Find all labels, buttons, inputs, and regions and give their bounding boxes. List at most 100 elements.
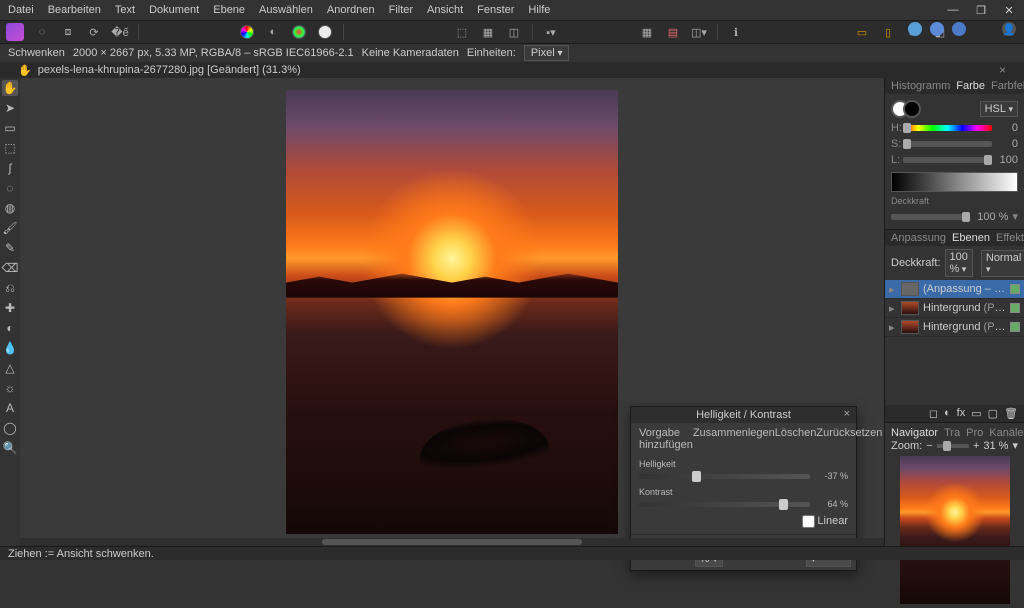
quickmask-icon[interactable]: ▪▾: [543, 24, 559, 40]
hand-tool[interactable]: ✋: [2, 80, 18, 96]
selection-mode-icon[interactable]: ⬚: [454, 24, 470, 40]
layer-expand-icon[interactable]: ▸: [889, 283, 897, 296]
snapping-icon[interactable]: ▦: [639, 24, 655, 40]
dialog-reset[interactable]: Zurücksetzen: [816, 427, 882, 451]
grid-icon[interactable]: ◫▾: [691, 24, 707, 40]
layer-adjust-icon[interactable]: ◐: [944, 407, 951, 420]
align-icon[interactable]: ▯: [880, 24, 896, 40]
color-mode-dropdown[interactable]: HSL ▾: [980, 101, 1018, 117]
layer-mask-icon[interactable]: ◻: [929, 407, 938, 420]
clone-tool[interactable]: ⎌: [2, 280, 18, 296]
opacity-lock-icon[interactable]: ▾: [1012, 210, 1018, 223]
blur-tool[interactable]: 💧: [2, 340, 18, 356]
crop-tool[interactable]: ▭: [2, 120, 18, 136]
window-close[interactable]: ✕: [1002, 4, 1016, 17]
sat-slider[interactable]: [903, 141, 992, 147]
tab-protocol[interactable]: Pro: [966, 427, 983, 439]
linear-checkbox[interactable]: [802, 515, 815, 528]
marquee-tool[interactable]: ⬚: [2, 140, 18, 156]
arrange-icon[interactable]: ▭: [854, 24, 870, 40]
transform-icon[interactable]: ▦: [480, 24, 496, 40]
assistant-icon[interactable]: ℹ: [728, 24, 744, 40]
persona-photo-icon[interactable]: [908, 22, 922, 36]
layer-expand-icon[interactable]: ▸: [889, 302, 897, 315]
tab-navigator[interactable]: Navigator: [891, 427, 938, 439]
autocolor-icon[interactable]: [291, 24, 307, 40]
share-icon[interactable]: �ế: [112, 24, 128, 40]
dialog-titlebar[interactable]: Helligkeit / Kontrast ×: [631, 407, 856, 423]
persona-develop-icon[interactable]: [952, 22, 966, 36]
navigator-thumbnail[interactable]: [900, 456, 1010, 604]
menu-hilfe[interactable]: Hilfe: [528, 4, 550, 16]
tab-channels[interactable]: Kanäle: [989, 427, 1023, 439]
layer-add-icon[interactable]: ▢: [988, 407, 998, 420]
dodge-tool[interactable]: ☼: [2, 380, 18, 396]
window-restore[interactable]: ❐: [974, 4, 988, 17]
lum-slider[interactable]: [903, 157, 992, 163]
dialog-merge[interactable]: Zusammenlegen: [693, 427, 775, 451]
move-tool[interactable]: ➤: [2, 100, 18, 116]
sharpen-tool[interactable]: △: [2, 360, 18, 376]
layer-row[interactable]: ▸Hintergrund (Pixel): [885, 299, 1024, 318]
dialog-add-preset[interactable]: Vorgabe hinzufügen: [639, 427, 693, 451]
tab-transform[interactable]: Tra: [944, 427, 960, 439]
tab-effekte[interactable]: Effekte: [996, 232, 1024, 244]
patch-tool[interactable]: ◐: [2, 320, 18, 336]
zoom-slider[interactable]: [937, 444, 969, 448]
menu-datei[interactable]: Datei: [8, 4, 34, 16]
menu-anordnen[interactable]: Anordnen: [327, 4, 375, 16]
flood-tool[interactable]: ◌: [2, 180, 18, 196]
tab-histogramm[interactable]: Histogramm: [891, 80, 950, 92]
zoom-lock-icon[interactable]: ▾: [1012, 439, 1018, 452]
cube-icon[interactable]: ⧈: [60, 24, 76, 40]
text-tool[interactable]: A: [2, 400, 18, 416]
sync-icon[interactable]: ⟳: [86, 24, 102, 40]
menu-ansicht[interactable]: Ansicht: [427, 4, 463, 16]
layer-row[interactable]: ▸Hintergrund (Pixel): [885, 318, 1024, 337]
color-well-secondary[interactable]: [903, 100, 921, 118]
gradient-tool[interactable]: ◍: [2, 200, 18, 216]
brightness-slider[interactable]: [639, 474, 810, 479]
lasso-tool[interactable]: ʃ: [2, 160, 18, 176]
menu-fenster[interactable]: Fenster: [477, 4, 514, 16]
pencil-tool[interactable]: ✎: [2, 240, 18, 256]
document-tab[interactable]: pexels-lena-khrupina-2677280.jpg [Geände…: [38, 64, 301, 76]
contrast-slider[interactable]: [639, 502, 810, 507]
hue-slider[interactable]: [903, 125, 992, 131]
gradient-preview[interactable]: [891, 172, 1018, 192]
layer-delete-icon[interactable]: 🗑: [1004, 407, 1018, 420]
autolevels-icon[interactable]: [239, 24, 255, 40]
context-units-dropdown[interactable]: Pixel ▾: [524, 45, 570, 61]
layer-blend-dropdown[interactable]: Normal ▾: [981, 250, 1024, 277]
shape-tool[interactable]: ◯: [2, 420, 18, 436]
autocontrast-icon[interactable]: ◐: [265, 24, 281, 40]
autowb-icon[interactable]: [317, 24, 333, 40]
zoom-tool[interactable]: 🔍: [2, 440, 18, 456]
crop-toolbar-icon[interactable]: ◫: [506, 24, 522, 40]
eraser-tool[interactable]: ⌫: [2, 260, 18, 276]
layer-visible-checkbox[interactable]: [1010, 303, 1020, 313]
window-minimize[interactable]: —: [946, 4, 960, 16]
layer-row[interactable]: ▸(Anpassung – Helligkeit / Kon...: [885, 280, 1024, 299]
dialog-delete[interactable]: Löschen: [775, 427, 817, 451]
document-canvas[interactable]: [286, 90, 618, 534]
heal-tool[interactable]: ✚: [2, 300, 18, 316]
brush-tool[interactable]: 🖌: [2, 220, 18, 236]
layer-visible-checkbox[interactable]: [1010, 284, 1020, 294]
layer-expand-icon[interactable]: ▸: [889, 321, 897, 334]
zoom-out-icon[interactable]: −: [926, 440, 932, 452]
account-icon[interactable]: 👤: [1002, 22, 1016, 36]
tab-anpassung[interactable]: Anpassung: [891, 232, 946, 244]
layer-fx2-icon[interactable]: fx: [957, 407, 966, 420]
tab-farbe[interactable]: Farbe: [956, 80, 985, 92]
zoom-in-icon[interactable]: +: [973, 440, 979, 452]
guides-icon[interactable]: ▤: [665, 24, 681, 40]
layer-visible-checkbox[interactable]: [1010, 322, 1020, 332]
canvas-hscrollbar[interactable]: [20, 538, 884, 546]
document-tab-close[interactable]: ×: [999, 63, 1006, 77]
layer-group-icon[interactable]: ▭: [971, 407, 981, 420]
menu-dokument[interactable]: Dokument: [149, 4, 199, 16]
menu-ebene[interactable]: Ebene: [213, 4, 245, 16]
menu-filter[interactable]: Filter: [389, 4, 413, 16]
persona-liquify-icon[interactable]: [930, 22, 944, 36]
